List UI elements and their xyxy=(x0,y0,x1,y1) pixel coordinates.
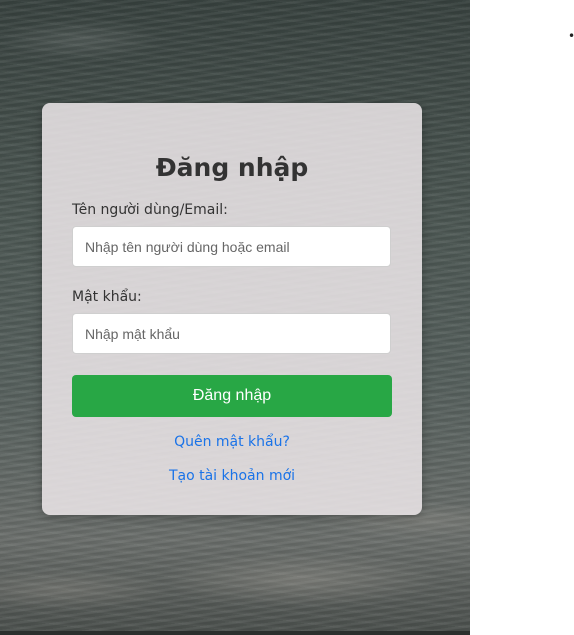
username-input[interactable] xyxy=(72,226,391,267)
password-label: Mật khẩu: xyxy=(72,289,142,305)
login-button[interactable]: Đăng nhập xyxy=(72,375,392,417)
password-input[interactable] xyxy=(72,313,391,354)
username-label: Tên người dùng/Email: xyxy=(72,202,228,218)
create-account-link[interactable]: Tạo tài khoản mới xyxy=(42,468,422,484)
forgot-password-link[interactable]: Quên mật khẩu? xyxy=(42,434,422,450)
stray-bullet: • xyxy=(568,30,574,42)
login-title: Đăng nhập xyxy=(155,153,309,182)
login-card: Đăng nhập Tên người dùng/Email: Mật khẩu… xyxy=(42,103,422,515)
background-bottom-edge xyxy=(0,631,470,635)
